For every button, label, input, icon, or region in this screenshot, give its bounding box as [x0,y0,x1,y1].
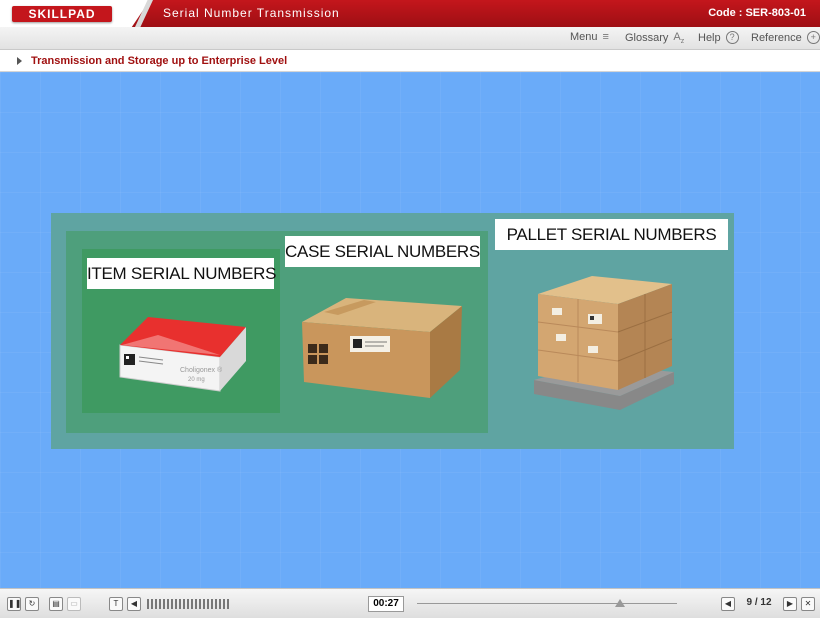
progress-thumb[interactable] [614,599,625,607]
progress-track[interactable] [417,603,677,604]
reference-label: Reference [751,31,802,44]
next-page-button[interactable]: ▶ [783,597,797,611]
hamburger-icon: ≡ [602,31,609,43]
page-current: 9 [746,597,753,608]
menu-label: Menu [570,31,598,43]
replay-button[interactable]: ↻ [25,597,39,611]
case-serial-label: CASE SERIAL NUMBERS [285,236,480,267]
qr-code-icon [124,354,135,365]
item-serial-label: ITEM SERIAL NUMBERS [87,258,277,289]
notes-button[interactable]: ▭ [67,597,81,611]
course-code: Code : SER-803-01 [708,7,806,19]
reference-button[interactable]: Reference + [751,31,820,44]
close-icon[interactable]: ✕ [801,597,815,611]
box-dose-text: 20 mg [188,377,205,383]
triangle-right-icon [17,57,22,65]
text-button[interactable]: T [109,597,123,611]
plus-circle-icon: + [806,31,820,44]
medicine-box-image: Choligonex ® 20 mg [119,317,246,392]
menu-bar: Menu ≡ Glossary Az Help ? Reference + [0,27,820,50]
breadcrumb: Transmission and Storage up to Enterpris… [0,50,820,72]
content-stage: ITEM SERIAL NUMBERS CASE SERIAL NUMBERS … [0,72,820,588]
page-indicator: 9 / 12 [735,596,783,610]
volume-slider[interactable] [147,599,229,609]
question-icon: ? [725,31,739,44]
glossary-label: Glossary [625,32,669,45]
audio-button[interactable]: ◀ [127,597,141,611]
transcript-button[interactable]: ▤ [49,597,63,611]
page-separator: / [754,597,758,608]
player-controls: ❚❚ ↻ ▤ ▭ T ◀ 00:27 ◀ 9 / 12 ▶ ✕ [0,588,820,618]
help-label: Help [698,31,721,44]
previous-page-button[interactable]: ◀ [721,597,735,611]
section-title: Transmission and Storage up to Enterpris… [31,55,288,67]
elapsed-time: 00:27 [368,596,404,612]
page-total: 12 [760,597,772,608]
menu-button[interactable]: Menu ≡ [570,31,609,43]
cardboard-case-image [302,298,462,398]
help-button[interactable]: Help ? [698,31,739,44]
course-title: Serial Number Transmission [163,6,340,20]
az-icon: Az [673,31,685,46]
pallet-serial-label: PALLET SERIAL NUMBERS [495,219,728,250]
skillpad-logo: SKILLPAD [12,6,112,22]
pallet-image [534,276,674,410]
box-brand-text: Choligonex ® [180,366,223,374]
glossary-button[interactable]: Glossary Az [625,31,684,45]
pause-button[interactable]: ❚❚ [7,597,21,611]
